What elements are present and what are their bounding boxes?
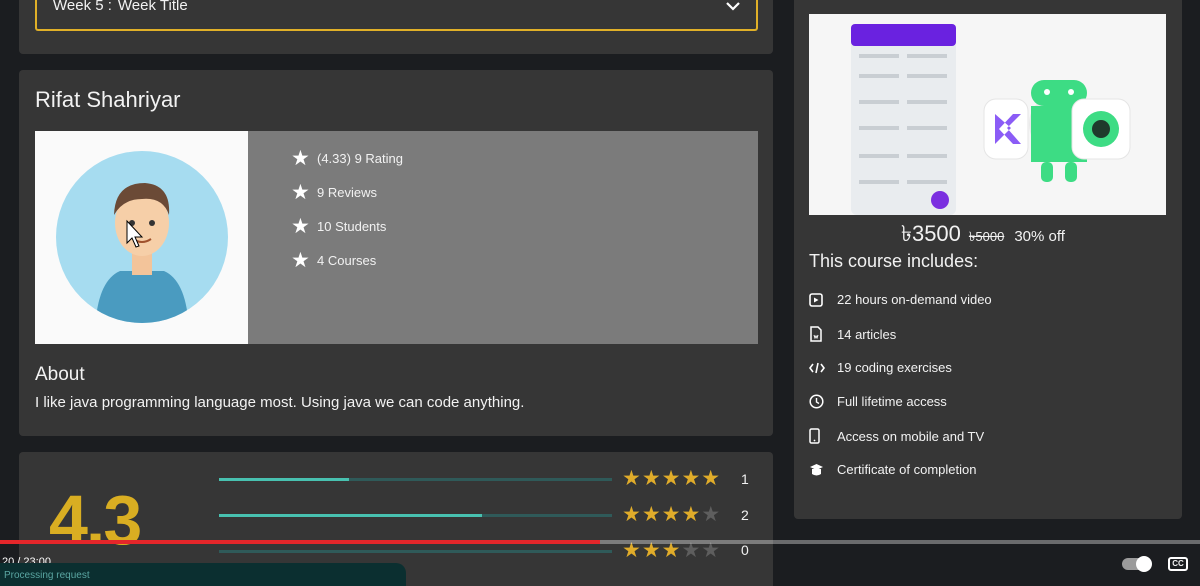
rating-count-5: 1 xyxy=(741,471,749,487)
stars-5: ★★★★★ xyxy=(622,467,722,490)
status-toast: Processing request xyxy=(0,563,406,586)
autoplay-toggle[interactable] xyxy=(1122,556,1152,572)
toggle-knob xyxy=(1136,556,1152,572)
instructor-name[interactable]: Rifat Shahriyar xyxy=(35,87,181,113)
current-price: ৳3500 xyxy=(901,221,961,246)
week-label: Week 5 : xyxy=(53,0,112,14)
rating-bar-fill xyxy=(219,514,483,517)
include-item-articles: 14 articles xyxy=(809,326,896,342)
rating-bar-5 xyxy=(219,478,612,481)
video-progress-fill xyxy=(0,540,600,544)
include-item-certificate: Certificate of completion xyxy=(809,462,976,477)
stars-4: ★★★★★ xyxy=(622,503,722,526)
price-row: ৳3500 ৳5000 30% off xyxy=(901,217,1065,254)
about-heading: About xyxy=(35,364,85,385)
status-text: Processing request xyxy=(4,570,90,581)
instructor-avatar xyxy=(35,131,248,344)
mobile-icon xyxy=(809,428,837,444)
rating-bar-4 xyxy=(219,514,612,517)
include-item-video: 22 hours on-demand video xyxy=(809,292,992,307)
video-icon xyxy=(809,292,837,307)
average-rating: 4.3 xyxy=(49,481,142,559)
week-accordion-header[interactable]: Week 5 : Week Title xyxy=(35,0,758,31)
course-thumbnail[interactable] xyxy=(809,14,1166,215)
include-item-mobile: Access on mobile and TV xyxy=(809,428,984,444)
include-item-lifetime: Full lifetime access xyxy=(809,394,947,409)
stat-reviews: ★ 9 Reviews xyxy=(291,181,377,204)
stat-courses: ★ 4 Courses xyxy=(291,249,377,272)
course-sidebar: ৳3500 ৳5000 30% off This course includes… xyxy=(794,0,1182,519)
rating-bar-fill xyxy=(219,478,349,481)
stat-rating: ★ (4.33) 9 Rating xyxy=(291,147,403,170)
instructor-stats: ★ (4.33) 9 Rating ★ 9 Reviews ★ 10 Stude… xyxy=(248,131,758,344)
rating-count-4: 2 xyxy=(741,507,749,523)
code-icon xyxy=(809,362,837,374)
star-icon: ★ xyxy=(291,181,310,204)
star-icon: ★ xyxy=(291,215,310,238)
captions-button[interactable]: CC xyxy=(1168,557,1188,571)
star-icon: ★ xyxy=(291,249,310,272)
old-price: ৳5000 xyxy=(968,229,1005,244)
week-title: Week Title xyxy=(117,0,188,14)
stat-students: ★ 10 Students xyxy=(291,215,387,238)
about-text: I like java programming language most. U… xyxy=(35,394,525,411)
rating-bar-3 xyxy=(219,550,612,553)
star-icon: ★ xyxy=(291,147,310,170)
video-progress-bar[interactable] xyxy=(0,540,1200,544)
rating-count-3: 0 xyxy=(741,542,749,558)
article-icon xyxy=(809,326,837,342)
clock-icon xyxy=(809,394,837,409)
include-item-coding: 19 coding exercises xyxy=(809,360,952,375)
certificate-icon xyxy=(809,463,837,477)
includes-heading: This course includes: xyxy=(809,251,979,271)
chevron-down-icon[interactable] xyxy=(726,0,740,14)
discount-badge: 30% off xyxy=(1014,228,1065,245)
instructor-panel: Rifat Shahriyar ★ (4.33) 9 Rating ★ 9 Re… xyxy=(19,70,773,436)
week-accordion-panel: Week 5 : Week Title xyxy=(19,0,773,54)
